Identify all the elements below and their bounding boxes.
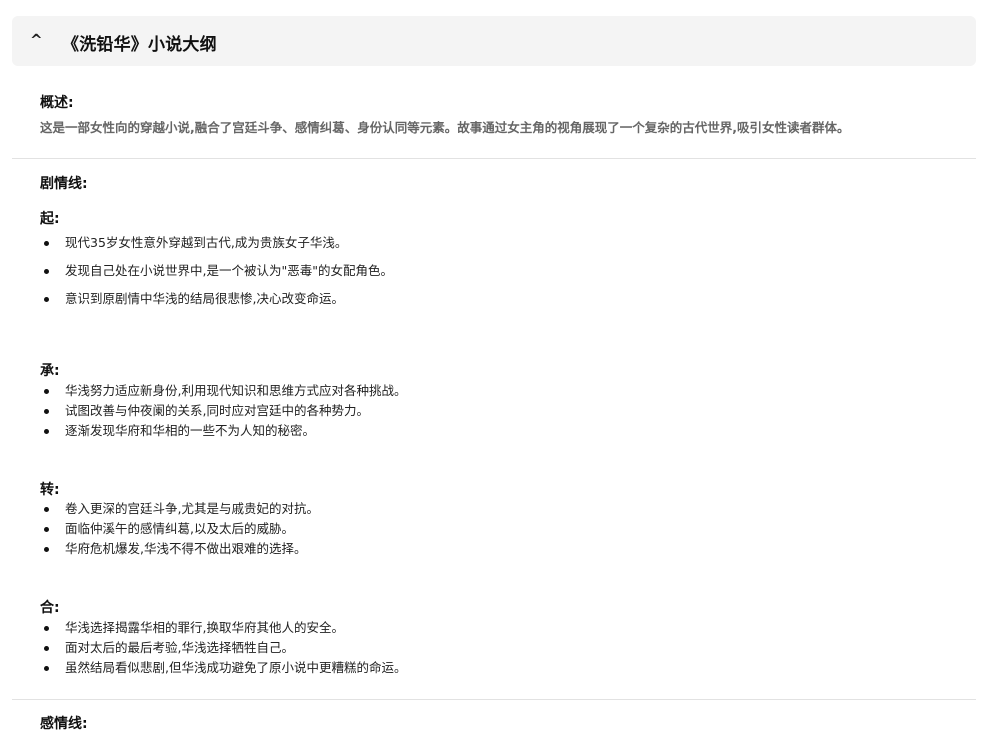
bullet-icon (44, 296, 49, 302)
list-item-text: 面对太后的最后考验,华浅选择牺牲自己。 (65, 640, 294, 655)
plot-stage-list: 卷入更深的宫廷斗争,尤其是与戚贵妃的对抗。 面临仲溪午的感情纠葛,以及太后的威胁… (40, 499, 940, 559)
plot-stage-list: 华浅选择揭露华相的罪行,换取华府其他人的安全。 面对太后的最后考验,华浅选择牺牲… (40, 618, 940, 678)
list-item-text: 现代35岁女性意外穿越到古代,成为贵族女子华浅。 (65, 235, 348, 250)
plot-stage-label: 转: (40, 482, 60, 498)
section-divider (12, 699, 976, 700)
bullet-icon (44, 665, 49, 671)
bullet-icon (44, 645, 49, 651)
bullet-icon (44, 625, 49, 631)
outline-page: ^ 《洗铅华》小说大纲 概述: 这是一部女性向的穿越小说,融合了宫廷斗争、感情纠… (0, 0, 986, 749)
outline-collapse-header[interactable]: ^ 《洗铅华》小说大纲 (12, 16, 976, 66)
plot-stage-label: 起: (40, 211, 60, 227)
list-item: 逐渐发现华府和华相的一些不为人知的秘密。 (40, 421, 940, 441)
bullet-icon (44, 240, 49, 246)
plot-stage-list: 现代35岁女性意外穿越到古代,成为贵族女子华浅。 发现自己处在小说世界中,是一个… (40, 229, 940, 313)
list-item: 华浅选择揭露华相的罪行,换取华府其他人的安全。 (40, 618, 940, 638)
list-item: 卷入更深的宫廷斗争,尤其是与戚贵妃的对抗。 (40, 499, 940, 519)
list-item: 虽然结局看似悲剧,但华浅成功避免了原小说中更糟糕的命运。 (40, 658, 940, 678)
plot-stage-label: 合: (40, 600, 60, 616)
overview-text: 这是一部女性向的穿越小说,融合了宫廷斗争、感情纠葛、身份认同等元素。故事通过女主… (40, 120, 850, 135)
list-item: 华浅努力适应新身份,利用现代知识和思维方式应对各种挑战。 (40, 381, 940, 401)
list-item-text: 意识到原剧情中华浅的结局很悲惨,决心改变命运。 (65, 291, 344, 306)
list-item-text: 发现自己处在小说世界中,是一个被认为"恶毒"的女配角色。 (65, 263, 393, 278)
plot-stage-label: 承: (40, 363, 60, 379)
list-item-text: 面临仲溪午的感情纠葛,以及太后的威胁。 (65, 521, 294, 536)
list-item-text: 虽然结局看似悲剧,但华浅成功避免了原小说中更糟糕的命运。 (65, 660, 407, 675)
bullet-icon (44, 268, 49, 274)
list-item-text: 华府危机爆发,华浅不得不做出艰难的选择。 (65, 541, 307, 556)
list-item: 意识到原剧情中华浅的结局很悲惨,决心改变命运。 (40, 285, 940, 313)
bullet-icon (44, 408, 49, 414)
list-item: 发现自己处在小说世界中,是一个被认为"恶毒"的女配角色。 (40, 257, 940, 285)
overview-label: 概述: (40, 95, 74, 111)
list-item-text: 华浅选择揭露华相的罪行,换取华府其他人的安全。 (65, 620, 344, 635)
bullet-icon (44, 526, 49, 532)
list-item: 面对太后的最后考验,华浅选择牺牲自己。 (40, 638, 940, 658)
list-item: 华府危机爆发,华浅不得不做出艰难的选择。 (40, 539, 940, 559)
list-item-text: 华浅努力适应新身份,利用现代知识和思维方式应对各种挑战。 (65, 383, 407, 398)
plot-stage-list: 华浅努力适应新身份,利用现代知识和思维方式应对各种挑战。 试图改善与仲夜阑的关系… (40, 381, 940, 441)
bullet-icon (44, 428, 49, 434)
section-divider (12, 158, 976, 159)
romance-label: 感情线: (40, 716, 88, 732)
list-item-text: 试图改善与仲夜阑的关系,同时应对宫廷中的各种势力。 (65, 403, 369, 418)
bullet-icon (44, 506, 49, 512)
list-item: 现代35岁女性意外穿越到古代,成为贵族女子华浅。 (40, 229, 940, 257)
list-item-text: 卷入更深的宫廷斗争,尤其是与戚贵妃的对抗。 (65, 501, 319, 516)
bullet-icon (44, 546, 49, 552)
list-item: 面临仲溪午的感情纠葛,以及太后的威胁。 (40, 519, 940, 539)
plot-label: 剧情线: (40, 176, 88, 192)
chevron-up-icon[interactable]: ^ (30, 31, 43, 49)
outline-title: 《洗铅华》小说大纲 (62, 35, 217, 55)
bullet-icon (44, 388, 49, 394)
list-item: 试图改善与仲夜阑的关系,同时应对宫廷中的各种势力。 (40, 401, 940, 421)
list-item-text: 逐渐发现华府和华相的一些不为人知的秘密。 (65, 423, 316, 438)
